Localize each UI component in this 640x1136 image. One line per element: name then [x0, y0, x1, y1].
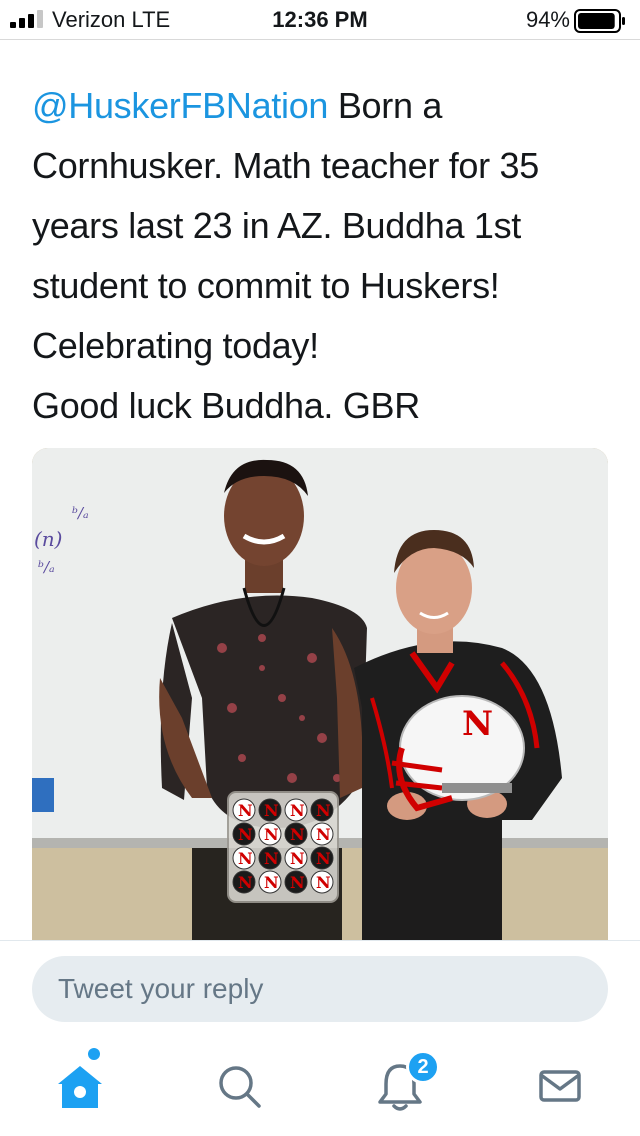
cupcake-tray: N N N NN N N NN N N NN N N N: [227, 791, 339, 903]
tweet-line-2: Cornhusker. Math teacher for 35: [32, 145, 539, 186]
cupcake-logo: N: [316, 849, 331, 868]
home-unread-dot: [88, 1048, 100, 1060]
tweet-text: @HuskerFBNation Born a Cornhusker. Math …: [32, 76, 622, 436]
cupcake-logo: N: [264, 849, 279, 868]
status-bar: Verizon LTE 12:36 PM 94%: [0, 0, 640, 40]
battery-icon: [574, 9, 625, 33]
cupcake-logo: N: [316, 825, 331, 844]
notification-badge: 2: [406, 1050, 440, 1084]
tweet-line-5: Celebrating today!: [32, 325, 319, 366]
mention-link[interactable]: @HuskerFBNation: [32, 85, 328, 126]
tab-home[interactable]: [48, 1048, 112, 1118]
cupcake-logo: N: [290, 849, 305, 868]
tweet-line-6: Good luck Buddha. GBR: [32, 385, 420, 426]
reply-bar: [0, 940, 640, 1036]
search-icon: [219, 1066, 261, 1108]
cupcake-logo: N: [264, 801, 279, 820]
mail-icon: [539, 1070, 581, 1102]
board-writing-3: ᵇ/ₐ: [38, 558, 55, 576]
cupcake-logo: N: [238, 849, 253, 868]
cupcake-logo: N: [238, 801, 253, 820]
tab-notifications[interactable]: 2: [368, 1050, 440, 1118]
tweet-line-4: student to commit to Huskers!: [32, 265, 500, 306]
reply-input[interactable]: [32, 956, 608, 1022]
board-writing-2: (n): [34, 527, 63, 551]
home-icon: [58, 1066, 102, 1108]
cupcake-logo: N: [290, 873, 305, 892]
board-writing-1: ᵇ/ₐ: [72, 504, 89, 522]
photo-illustration: ᵇ/ₐ (n) ᵇ/ₐ N N N NN N N NN N N NN N N N…: [32, 448, 608, 940]
cupcake-logo: N: [316, 801, 331, 820]
cupcake-logo: N: [316, 873, 331, 892]
cupcake-logo: N: [290, 825, 305, 844]
cupcake-logo: N: [264, 873, 279, 892]
tab-messages[interactable]: [528, 1054, 592, 1118]
cupcake-logo: N: [290, 801, 305, 820]
cupcake-logo: N: [238, 873, 253, 892]
cupcake-logo: N: [238, 825, 253, 844]
battery-percent: 94%: [525, 7, 570, 32]
eraser: [32, 778, 54, 812]
tab-bar: 2: [0, 1036, 640, 1136]
cupcake-logo: N: [264, 825, 279, 844]
helmet-logo: N: [462, 704, 493, 744]
tweet-photo[interactable]: ᵇ/ₐ (n) ᵇ/ₐ N N N N N N N N N N N N N N …: [32, 448, 608, 940]
tweet-line-3: years last 23 in AZ. Buddha 1st: [32, 205, 521, 246]
tweet-line-1: @HuskerFBNation Born a: [32, 76, 622, 136]
tweet-line-1-text: Born a: [328, 85, 443, 126]
tab-search[interactable]: [207, 1054, 271, 1118]
